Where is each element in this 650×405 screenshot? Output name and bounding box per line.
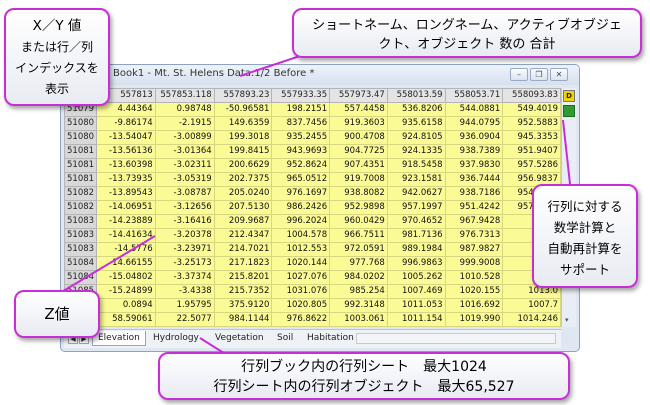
z-value-callout: Z値	[14, 290, 100, 338]
callout-name-sum-line-2: クト、オブジェクト 数の 合計	[378, 37, 556, 52]
callout-z-value-text: Z値	[44, 305, 70, 323]
callout-calc-line-1: 行列に対する	[547, 199, 623, 214]
callout-xy-line-3: インデックスを	[15, 61, 99, 75]
callout-xy-line-2: または行／列	[20, 40, 93, 54]
arrow-matrix-calc	[562, 119, 571, 185]
arrow-z-value	[59, 235, 156, 294]
callout-xy-line-1: X／Y 値	[32, 18, 82, 34]
limits-callout: 行列ブック内の行列シート 最大1024 行列シート内の行列オブジェクト 最大65…	[158, 352, 570, 400]
callout-limits-line-1: 行列ブック内の行列シート 最大1024	[241, 359, 487, 375]
matrix-calc-callout: 行列に対する 数学計算と 自動再計算を サポート	[532, 184, 638, 288]
name-sum-callout: ショートネーム、ロングネーム、アクティブオブジェ クト、オブジェクト 数の 合計	[292, 8, 642, 58]
callout-name-sum-line-1: ショートネーム、ロングネーム、アクティブオブジェ	[312, 18, 622, 33]
callout-limits-line-2: 行列シート内の行列オブジェクト 最大65,527	[213, 379, 515, 395]
xy-value-callout: X／Y 値 または行／列 インデックスを 表示	[4, 8, 110, 106]
callout-calc-line-2: 数学計算と	[553, 220, 617, 235]
callout-calc-line-4: サポート	[559, 262, 610, 277]
callout-xy-line-4: 表示	[44, 82, 69, 96]
callout-calc-line-3: 自動再計算を	[547, 241, 623, 256]
